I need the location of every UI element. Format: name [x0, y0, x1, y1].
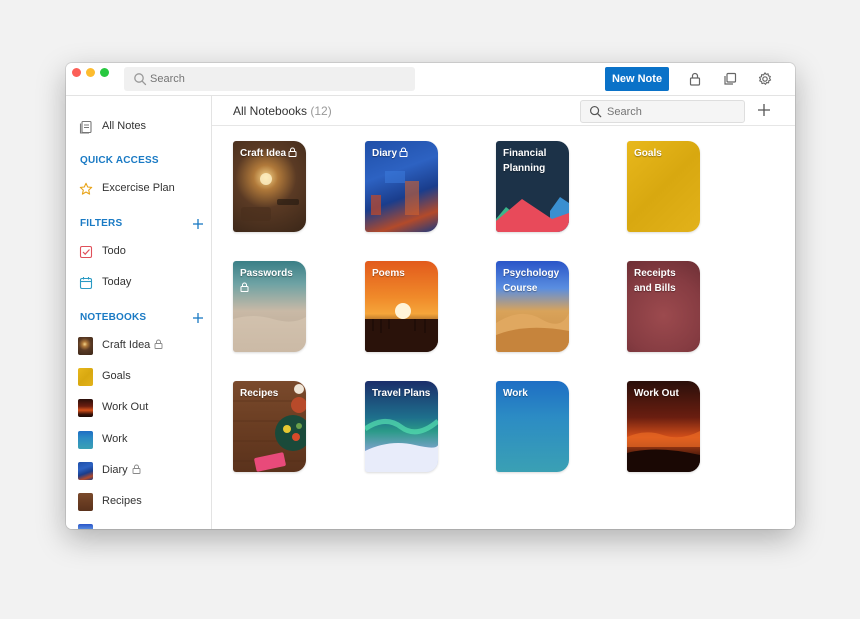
card-title: Recipes [240, 388, 279, 399]
duplicate-window-icon[interactable] [722, 71, 738, 87]
card-title: Poems [372, 268, 405, 279]
sidebar-notebook-craft-idea[interactable]: Craft Idea [66, 333, 211, 359]
card-title: Diary [372, 148, 398, 159]
notebook-card-poems[interactable]: Poems [365, 261, 438, 352]
notebook-card-psychology-course[interactable]: Psychology Course [496, 261, 569, 352]
notebook-card-goals[interactable]: Goals [627, 141, 700, 232]
close-window-button[interactable] [72, 68, 81, 77]
add-notebook-sidebar-icon[interactable] [192, 312, 204, 324]
card-title: Passwords [240, 268, 293, 279]
notebook-card-work-out[interactable]: Work Out [627, 381, 700, 472]
card-title: Psychology Course [503, 268, 560, 294]
app-window: New Note All Notes QUICK ACCESS E [66, 63, 795, 529]
notebook-card-craft-idea[interactable]: Craft Idea [233, 141, 306, 232]
gear-icon[interactable] [757, 71, 773, 87]
sidebar-item-label: Work Out [102, 401, 149, 413]
filters-heading: FILTERS [80, 218, 123, 229]
card-title: Work Out [634, 388, 679, 399]
notebook-card-work[interactable]: Work [496, 381, 569, 472]
card-title: Receipts and Bills [634, 268, 676, 294]
sidebar-item-label: Today [102, 276, 132, 288]
star-icon [79, 182, 93, 195]
sidebar-item-todo[interactable]: Todo [66, 239, 211, 265]
notebook-card-passwords[interactable]: Passwords [233, 261, 306, 352]
notebook-card-receipts-and-bills[interactable]: Receipts and Bills [627, 261, 700, 352]
card-title: Work [503, 388, 528, 399]
notebook-thumbnail [78, 399, 93, 417]
sidebar-notebook-recipes[interactable]: Recipes [66, 489, 211, 515]
sidebar-notebook-diary[interactable]: Diary [66, 458, 211, 484]
lock-icon [154, 339, 163, 349]
search-icon [589, 105, 602, 118]
notebook-search[interactable] [580, 100, 745, 123]
global-search[interactable] [124, 67, 415, 91]
card-title: Financial Planning [503, 148, 547, 174]
card-title: Travel Plans [372, 388, 431, 399]
sidebar: All Notes QUICK ACCESS Excercise Plan FI… [66, 96, 212, 529]
notebook-thumbnail [78, 524, 93, 529]
sidebar-notebook-partial[interactable] [66, 520, 211, 529]
notebook-card-travel-plans[interactable]: Travel Plans [365, 381, 438, 472]
notebook-thumbnail [78, 431, 93, 449]
sidebar-item-label: Todo [102, 245, 126, 257]
notebook-count: (12) [310, 104, 332, 118]
sidebar-item-label: Excercise Plan [102, 182, 175, 194]
sidebar-item-label: Work [102, 433, 128, 445]
zoom-window-button[interactable] [100, 68, 109, 77]
add-notebook-icon[interactable] [757, 103, 771, 117]
sidebar-item-label: All Notes [102, 120, 147, 132]
calendar-icon [79, 277, 93, 290]
sidebar-item-label: Diary [102, 464, 128, 476]
page-title-text: All Notebooks [233, 104, 308, 118]
notes-icon [79, 120, 92, 134]
new-note-button[interactable]: New Note [605, 67, 669, 91]
sidebar-item-all-notes[interactable]: All Notes [66, 114, 211, 140]
global-search-input[interactable] [150, 67, 411, 91]
notebook-thumbnail [78, 493, 93, 511]
sidebar-notebook-work-out[interactable]: Work Out [66, 395, 211, 421]
sidebar-notebook-goals[interactable]: Goals [66, 364, 211, 390]
notebooks-heading: NOTEBOOKS [80, 312, 147, 323]
lock-icon [132, 464, 141, 474]
lock-icon [399, 147, 408, 157]
sidebar-item-excercise-plan[interactable]: Excercise Plan [66, 176, 211, 202]
title-bar: New Note [66, 63, 795, 96]
page-title: All Notebooks (12) [233, 104, 332, 118]
lock-icon [240, 282, 249, 292]
notebook-card-financial-planning[interactable]: Financial Planning [496, 141, 569, 232]
sidebar-item-label: Craft Idea [102, 339, 151, 351]
add-filter-icon[interactable] [192, 218, 204, 230]
notebook-thumbnail [78, 462, 93, 480]
notebook-thumbnail [78, 368, 93, 386]
sidebar-item-label: Recipes [102, 495, 142, 507]
sidebar-item-today[interactable]: Today [66, 270, 211, 296]
notebook-search-input[interactable] [607, 101, 740, 122]
notebook-card-recipes[interactable]: Recipes [233, 381, 306, 472]
checkbox-icon [79, 245, 93, 259]
sidebar-item-label: Goals [102, 370, 131, 382]
main-panel: All Notebooks (12) Craft Id [212, 96, 795, 529]
card-title: Goals [634, 148, 662, 159]
lock-icon[interactable] [687, 71, 703, 87]
lock-icon [288, 147, 297, 157]
quick-access-heading: QUICK ACCESS [80, 155, 159, 166]
card-title: Craft Idea [240, 148, 287, 159]
minimize-window-button[interactable] [86, 68, 95, 77]
search-icon [134, 73, 147, 86]
notebook-card-diary[interactable]: Diary [365, 141, 438, 232]
notebooks-header: All Notebooks (12) [212, 96, 795, 126]
sidebar-notebook-work[interactable]: Work [66, 427, 211, 453]
notebook-thumbnail [78, 337, 93, 355]
